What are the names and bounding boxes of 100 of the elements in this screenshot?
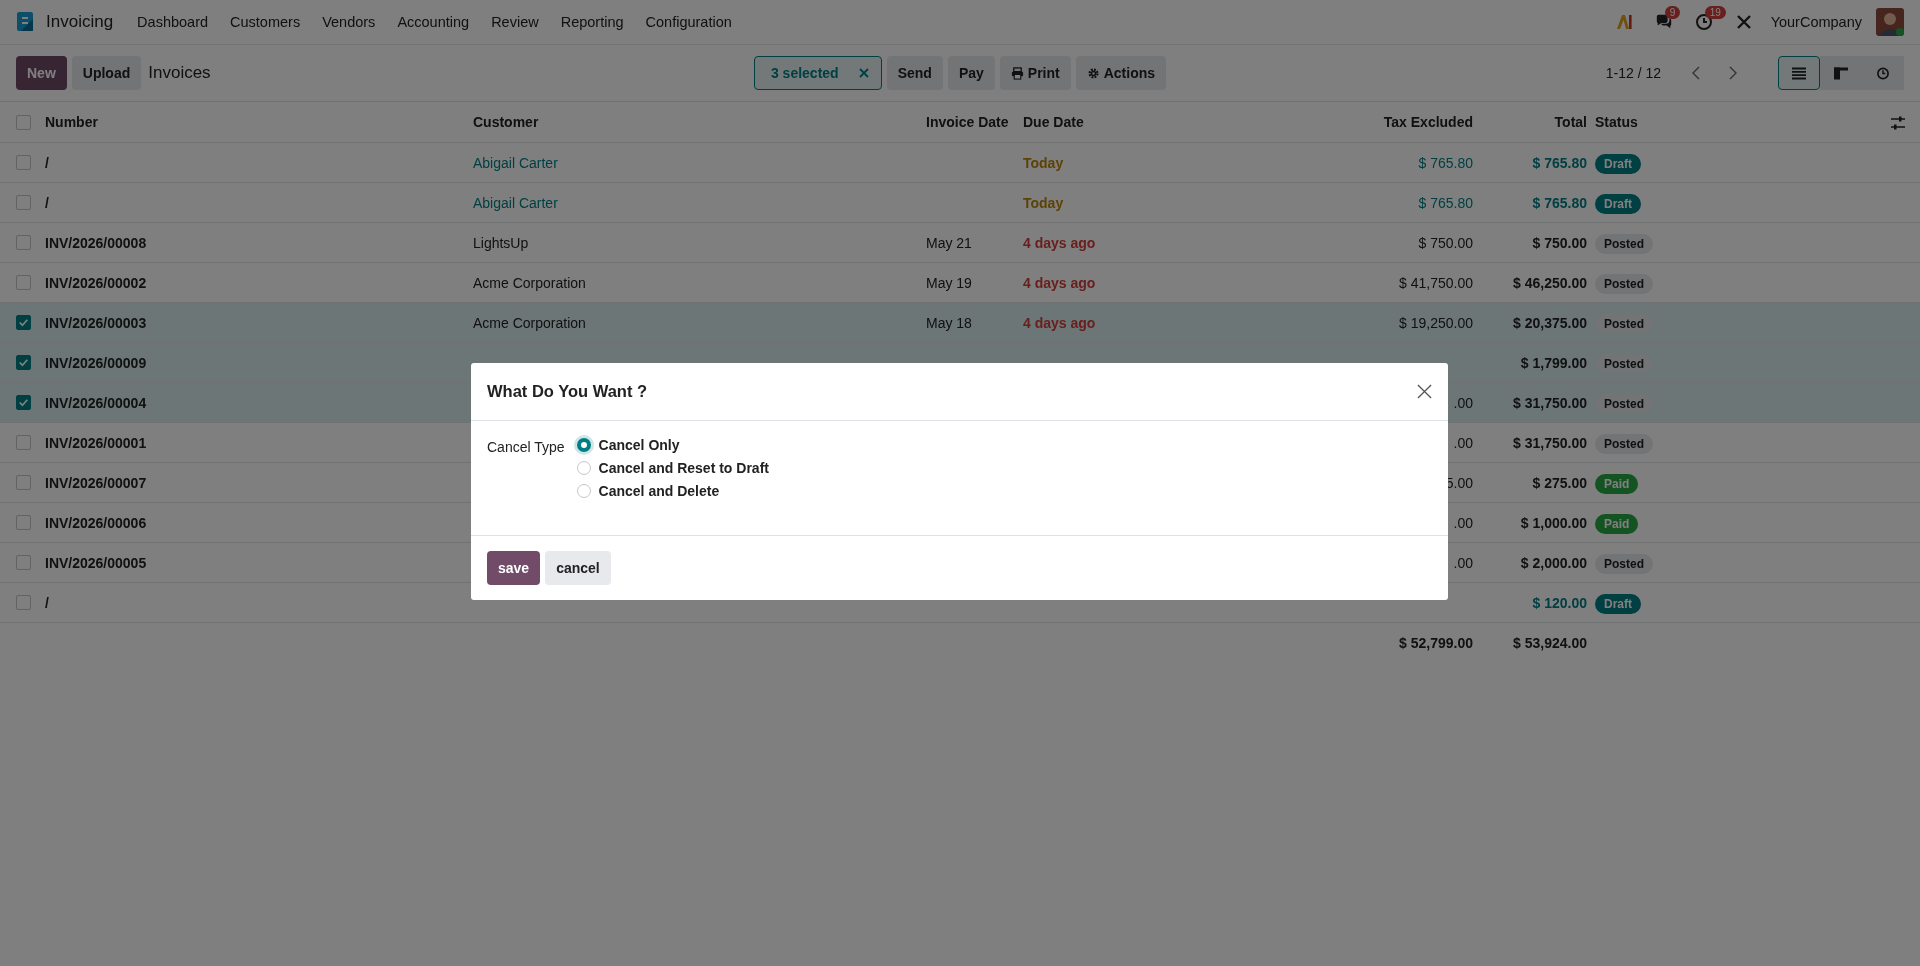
- status-badge: Draft: [1595, 593, 1641, 614]
- clock-icon: [1876, 66, 1890, 80]
- status-badge: Posted: [1595, 553, 1653, 574]
- menu-item[interactable]: Review: [491, 14, 539, 30]
- status-badge: Paid: [1595, 513, 1639, 534]
- table-cell: $ 2,000.00: [1520, 554, 1587, 571]
- table-cell: $ 1,799.00: [1520, 354, 1587, 371]
- table-cell: $ 41,750.00: [1399, 274, 1473, 291]
- menu-item[interactable]: Customers: [230, 14, 301, 30]
- kanban-view-button[interactable]: [1820, 56, 1862, 90]
- row-checkbox[interactable]: [16, 155, 31, 170]
- menu-item[interactable]: Dashboard: [137, 14, 209, 30]
- table-cell: 4 days ago: [1023, 274, 1096, 291]
- radio-label[interactable]: Cancel and Reset to Draft: [598, 460, 769, 476]
- radio-label[interactable]: Cancel and Delete: [598, 483, 720, 499]
- column-header[interactable]: Total: [1481, 102, 1595, 143]
- table-cell: $ 19,250.00: [1399, 314, 1473, 331]
- pager-text: 1-12 / 12: [1605, 65, 1661, 81]
- avatar-icon[interactable]: [1876, 8, 1904, 36]
- checkmark-icon: [17, 396, 30, 409]
- row-checkbox[interactable]: [16, 395, 31, 410]
- table-cell: $ 120.00: [1532, 594, 1587, 611]
- toolbar-button[interactable]: New: [16, 56, 67, 90]
- total-cell: $ 52,799.00: [1223, 622, 1481, 662]
- row-checkbox[interactable]: [16, 595, 31, 610]
- table-cell: .00: [1453, 514, 1473, 531]
- menu-item[interactable]: Accounting: [397, 14, 470, 30]
- table-cell: Abigail Carter: [473, 154, 558, 171]
- radio-button[interactable]: [576, 438, 591, 452]
- table-cell: $ 31,750.00: [1513, 434, 1587, 451]
- table-cell: $ 46,250.00: [1513, 274, 1587, 291]
- checkmark-icon: [17, 316, 30, 329]
- activity-view-button[interactable]: [1862, 56, 1904, 90]
- field-label: Cancel Type: [487, 438, 565, 457]
- kanban-icon: [1834, 66, 1848, 80]
- menu-item[interactable]: Reporting: [560, 14, 624, 30]
- app-logo-icon[interactable]: [16, 11, 36, 33]
- menu-item[interactable]: Vendors: [322, 14, 376, 30]
- table-cell: LightsUp: [473, 234, 529, 251]
- table-cell: .00: [1453, 434, 1473, 451]
- action-button[interactable]: Pay: [947, 56, 995, 90]
- dialog-button[interactable]: cancel: [545, 551, 611, 585]
- column-header[interactable]: Invoice Date: [926, 102, 1023, 143]
- company-name[interactable]: YourCompany: [1770, 14, 1862, 30]
- table-cell: Today: [1023, 194, 1064, 211]
- status-badge: Draft: [1595, 193, 1641, 214]
- table-cell: .00: [1453, 554, 1473, 571]
- settings-icon[interactable]: [1890, 116, 1906, 131]
- row-checkbox[interactable]: [16, 355, 31, 370]
- table-cell: INV/2026/00009: [45, 342, 473, 383]
- status-badge: Posted: [1595, 273, 1653, 294]
- table-cell: May 18: [926, 314, 972, 331]
- table-cell: $ 31,750.00: [1513, 394, 1587, 411]
- table-cell: $ 275.00: [1532, 474, 1587, 491]
- chevron-right-icon: [1729, 66, 1737, 80]
- close-icon[interactable]: [1417, 384, 1432, 399]
- table-cell: INV/2026/00004: [45, 382, 473, 423]
- select-all-checkbox[interactable]: [16, 114, 31, 130]
- column-header[interactable]: Tax Excluded: [1223, 102, 1481, 143]
- printer-icon: [1010, 66, 1024, 80]
- row-checkbox[interactable]: [16, 435, 31, 450]
- column-header[interactable]: Customer: [473, 102, 926, 143]
- table-cell: Acme Corporation: [473, 314, 586, 331]
- dialog-title: What Do You Want ?: [487, 382, 648, 401]
- menu-item[interactable]: Configuration: [645, 14, 732, 30]
- table-cell: Abigail Carter: [473, 194, 558, 211]
- chevron-left-icon: [1692, 66, 1700, 80]
- row-checkbox[interactable]: [16, 275, 31, 290]
- app-name[interactable]: Invoicing: [46, 12, 114, 32]
- ai-icon[interactable]: [1614, 13, 1633, 31]
- table-cell: May 19: [926, 274, 972, 291]
- toolbar-button[interactable]: Upload: [71, 56, 142, 90]
- table-cell: $ 20,375.00: [1513, 314, 1587, 331]
- row-checkbox[interactable]: [16, 195, 31, 210]
- table-cell: $ 1,000.00: [1520, 514, 1587, 531]
- row-checkbox[interactable]: [16, 235, 31, 250]
- table-cell: .00: [1453, 394, 1473, 411]
- action-button[interactable]: Send: [886, 56, 943, 90]
- row-checkbox[interactable]: [16, 555, 31, 570]
- column-header[interactable]: Number: [45, 102, 473, 143]
- checkmark-icon: [17, 356, 30, 369]
- row-checkbox[interactable]: [16, 315, 31, 330]
- notification-badge: 9: [1664, 6, 1681, 19]
- list-view-button[interactable]: [1778, 56, 1820, 90]
- row-checkbox[interactable]: [16, 475, 31, 490]
- status-badge: Posted: [1595, 353, 1653, 374]
- table-cell: /: [45, 182, 473, 223]
- radio-button[interactable]: [576, 461, 591, 475]
- status-badge: Posted: [1595, 433, 1653, 454]
- action-button[interactable]: Print: [999, 56, 1071, 90]
- table-cell: $ 765.80: [1418, 194, 1473, 211]
- table-cell: 4 days ago: [1023, 234, 1096, 251]
- action-button[interactable]: Actions: [1075, 56, 1167, 90]
- status-badge: Draft: [1595, 153, 1641, 174]
- column-header[interactable]: Due Date: [1023, 102, 1223, 143]
- column-header[interactable]: Status: [1595, 102, 1745, 143]
- dialog-button[interactable]: save: [487, 551, 541, 585]
- row-checkbox[interactable]: [16, 515, 31, 530]
- radio-button[interactable]: [576, 484, 591, 498]
- radio-label[interactable]: Cancel Only: [598, 437, 680, 453]
